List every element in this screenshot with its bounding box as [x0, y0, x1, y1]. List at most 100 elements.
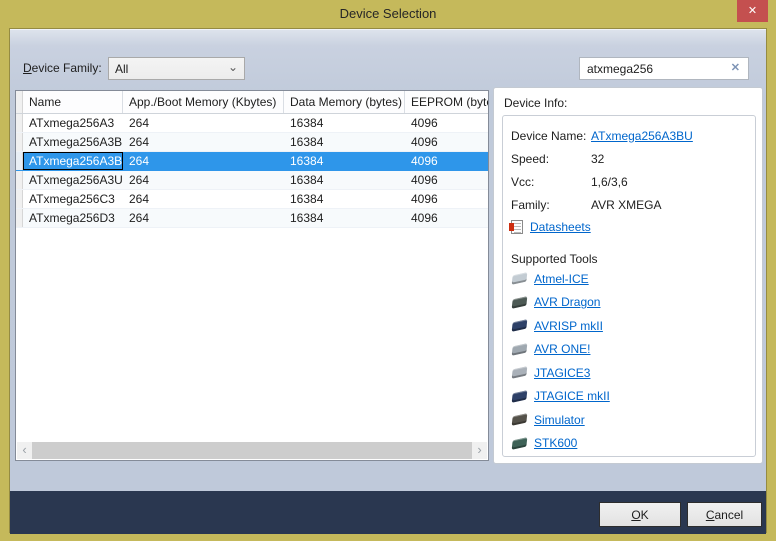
table-row[interactable]: ATxmega256A3U264163844096 — [16, 171, 488, 190]
table-cell[interactable]: 4096 — [405, 114, 488, 132]
device-table: NameApp./Boot Memory (Kbytes)Data Memory… — [15, 90, 489, 461]
pdf-icon — [511, 220, 523, 234]
row-header-cell — [16, 114, 23, 132]
table-cell[interactable]: ATxmega256A3U — [23, 171, 123, 189]
tool-link[interactable]: Simulator — [534, 413, 585, 427]
scroll-left-icon[interactable]: ‹ — [17, 442, 32, 459]
table-cell[interactable]: 264 — [123, 209, 284, 227]
column-header[interactable]: Data Memory (bytes) — [284, 91, 405, 113]
table-row[interactable]: ATxmega256A3264163844096 — [16, 114, 488, 133]
table-cell[interactable]: 264 — [123, 133, 284, 151]
clear-search-icon[interactable]: ✕ — [731, 61, 740, 74]
horizontal-scrollbar[interactable]: ‹ › — [17, 442, 487, 459]
footer-bar: OK Cancel — [10, 491, 766, 534]
info-field-label: Device Name: — [511, 129, 591, 143]
tool-link[interactable]: AVRISP mkII — [534, 319, 603, 333]
info-field-value: AVR XMEGA — [591, 198, 661, 212]
titlebar[interactable]: Device Selection ✕ — [0, 0, 776, 28]
table-cell[interactable]: 4096 — [405, 152, 488, 170]
row-header-cell — [16, 133, 23, 151]
tool-item: AVRISP mkII — [511, 314, 755, 338]
supported-tools-list: Atmel-ICE AVR Dragon AVRISP mkII AVR ONE! JT… — [511, 267, 755, 455]
table-row[interactable]: ATxmega256D3264163844096 — [16, 209, 488, 228]
cancel-button[interactable]: Cancel — [687, 502, 762, 527]
table-cell[interactable]: 16384 — [284, 171, 405, 189]
search-input[interactable] — [580, 58, 726, 79]
device-family-value: All — [115, 62, 128, 76]
device-selection-dialog: Device Selection ✕ Device Family: All ⌄ … — [0, 0, 776, 541]
table-cell[interactable]: 264 — [123, 152, 284, 170]
info-field-label: Family: — [511, 198, 591, 212]
table-cell[interactable]: ATxmega256A3BU — [23, 152, 123, 170]
datasheets-row: Datasheets — [511, 216, 755, 238]
device-family-select[interactable]: All ⌄ — [108, 57, 245, 80]
scroll-right-icon[interactable]: › — [472, 442, 487, 459]
device-family-label: Device Family: — [23, 61, 102, 75]
tool-item: Simulator — [511, 408, 755, 432]
avr-dragon-icon — [512, 296, 528, 309]
tool-item: AVR ONE! — [511, 338, 755, 362]
tool-link[interactable]: JTAGICE mkII — [534, 389, 610, 403]
atmel-ice-icon — [512, 272, 528, 285]
tool-link[interactable]: JTAGICE3 — [534, 366, 590, 380]
table-cell[interactable]: 4096 — [405, 190, 488, 208]
device-info-title: Device Info: — [504, 96, 762, 110]
table-cell[interactable]: 4096 — [405, 171, 488, 189]
close-button[interactable]: ✕ — [737, 0, 768, 22]
ok-button[interactable]: OK — [599, 502, 681, 527]
table-cell[interactable]: 16384 — [284, 209, 405, 227]
table-header-row: NameApp./Boot Memory (Kbytes)Data Memory… — [16, 91, 488, 114]
tool-link[interactable]: AVR Dragon — [534, 295, 600, 309]
table-row[interactable]: ATxmega256A3B264163844096 — [16, 133, 488, 152]
device-name-link[interactable]: ATxmega256A3BU — [591, 129, 693, 143]
row-header-cell — [16, 152, 23, 170]
info-field: Vcc:1,6/3,6 — [511, 170, 755, 193]
tool-link[interactable]: Atmel-ICE — [534, 272, 589, 286]
info-field: Family:AVR XMEGA — [511, 193, 755, 216]
info-field-value: 32 — [591, 152, 604, 166]
device-info-box: Device Name:ATxmega256A3BUSpeed:32Vcc:1,… — [502, 115, 756, 457]
avr-one-icon — [512, 343, 528, 356]
column-header[interactable]: App./Boot Memory (Kbytes) — [123, 91, 284, 113]
table-cell[interactable]: 16384 — [284, 133, 405, 151]
table-cell[interactable]: 4096 — [405, 133, 488, 151]
tool-item: JTAGICE mkII — [511, 385, 755, 409]
chevron-down-icon: ⌄ — [228, 60, 238, 74]
stk600-icon — [512, 437, 528, 450]
dialog-inner: Device Family: All ⌄ ✕ NameApp./Boot Mem… — [9, 28, 767, 533]
table-cell[interactable]: 16384 — [284, 152, 405, 170]
device-info-panel: Device Info: Device Name:ATxmega256A3BUS… — [493, 87, 763, 464]
info-field-label: Speed: — [511, 152, 591, 166]
column-header[interactable]: Name — [23, 91, 123, 113]
datasheets-link[interactable]: Datasheets — [530, 220, 591, 234]
table-cell[interactable]: ATxmega256D3 — [23, 209, 123, 227]
table-cell[interactable]: 16384 — [284, 190, 405, 208]
table-cell[interactable]: 264 — [123, 190, 284, 208]
close-icon: ✕ — [748, 5, 757, 17]
scrollbar-thumb[interactable] — [32, 442, 472, 459]
info-field-label: Vcc: — [511, 175, 591, 189]
table-row[interactable]: ATxmega256A3BU264163844096 — [16, 152, 488, 171]
search-box: ✕ — [579, 57, 749, 80]
dialog-body: Device Family: All ⌄ ✕ NameApp./Boot Mem… — [10, 29, 766, 491]
table-cell[interactable]: ATxmega256C3 — [23, 190, 123, 208]
table-cell[interactable]: 264 — [123, 114, 284, 132]
tool-item: STK600 — [511, 432, 755, 456]
device-info-fields: Device Name:ATxmega256A3BUSpeed:32Vcc:1,… — [511, 124, 755, 216]
tool-link[interactable]: AVR ONE! — [534, 342, 590, 356]
tool-item: AVR Dragon — [511, 291, 755, 315]
table-cell[interactable]: ATxmega256A3 — [23, 114, 123, 132]
tool-link[interactable]: STK600 — [534, 436, 577, 450]
column-header[interactable]: EEPROM (bytes) — [405, 91, 488, 113]
window-title: Device Selection — [340, 6, 437, 21]
table-cell[interactable]: 4096 — [405, 209, 488, 227]
row-header-cell — [16, 171, 23, 189]
table-cell[interactable]: 16384 — [284, 114, 405, 132]
info-field: Speed:32 — [511, 147, 755, 170]
info-field: Device Name:ATxmega256A3BU — [511, 124, 755, 147]
supported-tools-title: Supported Tools — [511, 252, 755, 267]
tool-item: Atmel-ICE — [511, 267, 755, 291]
table-row[interactable]: ATxmega256C3264163844096 — [16, 190, 488, 209]
table-cell[interactable]: ATxmega256A3B — [23, 133, 123, 151]
table-cell[interactable]: 264 — [123, 171, 284, 189]
